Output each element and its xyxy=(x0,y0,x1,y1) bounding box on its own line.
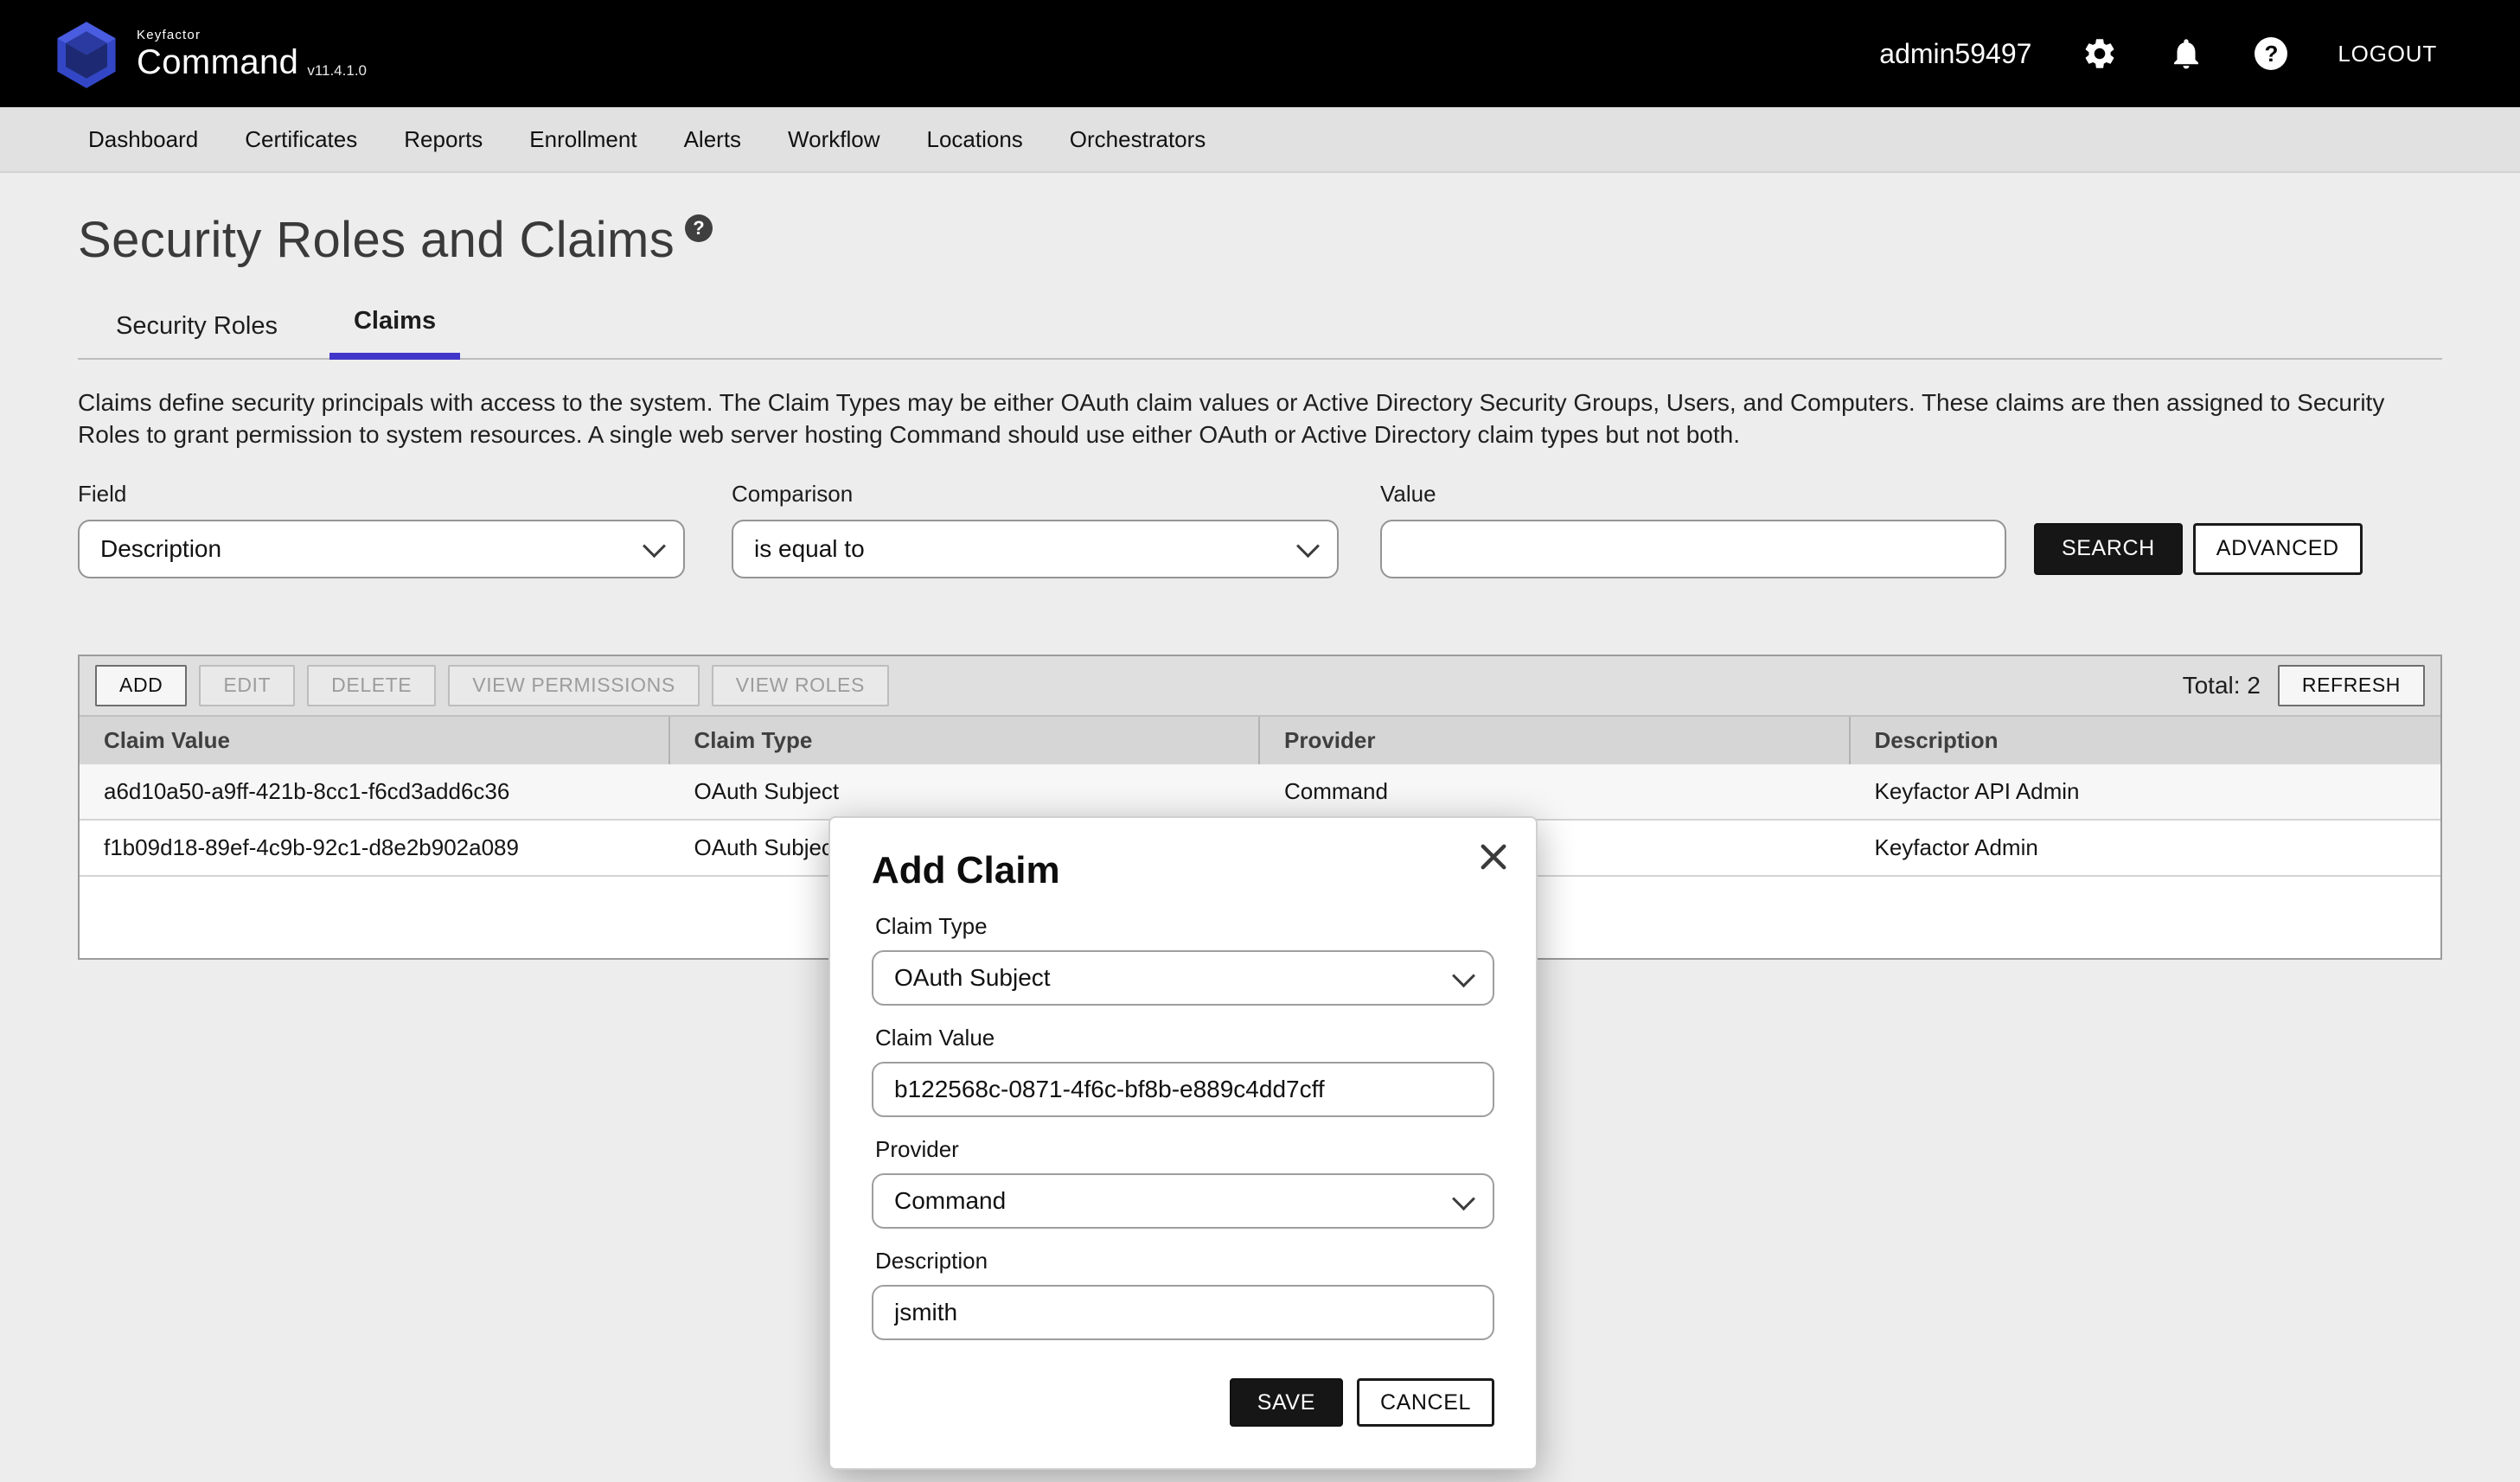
advanced-button[interactable]: ADVANCED xyxy=(2193,523,2363,575)
claim-type-select-value: OAuth Subject xyxy=(894,964,1051,992)
page-title-text: Security Roles and Claims xyxy=(78,211,675,269)
modal-actions: SAVE CANCEL xyxy=(872,1378,1494,1427)
view-permissions-button[interactable]: VIEW PERMISSIONS xyxy=(448,665,700,706)
field-select-value: Description xyxy=(100,535,221,563)
column-header-claim-type[interactable]: Claim Type xyxy=(670,717,1261,764)
column-header-description[interactable]: Description xyxy=(1851,717,2441,764)
help-icon[interactable] xyxy=(2255,37,2287,70)
nav-item-locations[interactable]: Locations xyxy=(926,126,1022,153)
field-label: Field xyxy=(78,481,685,508)
value-label: Value xyxy=(1380,481,2006,508)
brand-keyfactor: Keyfactor xyxy=(137,29,298,42)
chevron-down-icon xyxy=(1452,964,1475,987)
column-header-claim-value[interactable]: Claim Value xyxy=(80,717,670,764)
claim-value-input[interactable] xyxy=(872,1062,1494,1117)
search-form: Field Description Comparison is equal to… xyxy=(78,481,2442,578)
refresh-button[interactable]: REFRESH xyxy=(2278,665,2425,706)
tab-security-roles[interactable]: Security Roles xyxy=(92,312,302,358)
column-header-provider[interactable]: Provider xyxy=(1260,717,1851,764)
delete-button[interactable]: DELETE xyxy=(307,665,436,706)
cell-claim-value: f1b09d18-89ef-4c9b-92c1-d8e2b902a089 xyxy=(80,821,670,875)
search-button[interactable]: SEARCH xyxy=(2034,523,2183,575)
cell-provider: Command xyxy=(1260,764,1851,819)
tab-bar: Security Roles Claims xyxy=(78,307,2442,360)
value-input[interactable] xyxy=(1380,520,2006,578)
nav-item-certificates[interactable]: Certificates xyxy=(245,126,357,153)
cell-claim-value: a6d10a50-a9ff-421b-8cc1-f6cd3add6c36 xyxy=(80,764,670,819)
provider-select-value: Command xyxy=(894,1187,1006,1215)
nav-item-enrollment[interactable]: Enrollment xyxy=(529,126,636,153)
keyfactor-logo-icon xyxy=(52,19,121,88)
cell-claim-type: OAuth Subject xyxy=(670,764,1261,819)
cell-description: Keyfactor API Admin xyxy=(1851,764,2441,819)
logout-button[interactable]: LOGOUT xyxy=(2338,41,2437,67)
description-input[interactable] xyxy=(872,1285,1494,1340)
settings-gear-icon[interactable] xyxy=(2082,35,2118,72)
comparison-label: Comparison xyxy=(732,481,1339,508)
provider-select[interactable]: Command xyxy=(872,1173,1494,1229)
username: admin59497 xyxy=(1879,38,2031,70)
notifications-bell-icon[interactable] xyxy=(2168,35,2204,72)
top-header: Keyfactor Command v11.4.1.0 admin59497 L… xyxy=(0,0,2520,107)
claim-type-select[interactable]: OAuth Subject xyxy=(872,950,1494,1006)
page-title: Security Roles and Claims xyxy=(78,211,2442,269)
modal-title: Add Claim xyxy=(872,849,1494,892)
provider-label: Provider xyxy=(875,1136,1494,1163)
main-nav: Dashboard Certificates Reports Enrollmen… xyxy=(0,107,2520,173)
total-count: Total: 2 xyxy=(2183,672,2261,699)
app-root: Keyfactor Command v11.4.1.0 admin59497 L… xyxy=(0,0,2520,1482)
chevron-down-icon xyxy=(1296,535,1320,559)
chevron-down-icon xyxy=(1452,1187,1475,1211)
cancel-button[interactable]: CANCEL xyxy=(1357,1378,1494,1427)
nav-item-reports[interactable]: Reports xyxy=(404,126,483,153)
brand: Keyfactor Command v11.4.1.0 xyxy=(52,19,367,88)
page-help-icon[interactable] xyxy=(685,214,713,242)
close-icon[interactable] xyxy=(1481,844,1506,870)
nav-item-alerts[interactable]: Alerts xyxy=(684,126,741,153)
version-label: v11.4.1.0 xyxy=(307,62,367,80)
comparison-select[interactable]: is equal to xyxy=(732,520,1339,578)
description-label: Description xyxy=(875,1248,1494,1274)
nav-item-dashboard[interactable]: Dashboard xyxy=(88,126,198,153)
tab-claims[interactable]: Claims xyxy=(329,307,460,360)
nav-item-workflow[interactable]: Workflow xyxy=(788,126,879,153)
comparison-select-value: is equal to xyxy=(754,535,865,563)
add-claim-modal: Add Claim Claim Type OAuth Subject Claim… xyxy=(828,816,1538,1470)
cell-description: Keyfactor Admin xyxy=(1851,821,2441,875)
add-button[interactable]: ADD xyxy=(95,665,187,706)
field-select[interactable]: Description xyxy=(78,520,685,578)
grid-toolbar: ADD EDIT DELETE VIEW PERMISSIONS VIEW RO… xyxy=(80,656,2440,717)
claim-type-label: Claim Type xyxy=(875,913,1494,940)
claim-value-label: Claim Value xyxy=(875,1025,1494,1051)
page-description: Claims define security principals with a… xyxy=(78,387,2430,451)
table-header-row: Claim Value Claim Type Provider Descript… xyxy=(80,717,2440,764)
save-button[interactable]: SAVE xyxy=(1230,1378,1343,1427)
nav-item-orchestrators[interactable]: Orchestrators xyxy=(1070,126,1206,153)
chevron-down-icon xyxy=(643,535,666,559)
view-roles-button[interactable]: VIEW ROLES xyxy=(712,665,889,706)
edit-button[interactable]: EDIT xyxy=(199,665,295,706)
table-row[interactable]: a6d10a50-a9ff-421b-8cc1-f6cd3add6c36 OAu… xyxy=(80,764,2440,821)
brand-command: Command xyxy=(137,45,298,80)
